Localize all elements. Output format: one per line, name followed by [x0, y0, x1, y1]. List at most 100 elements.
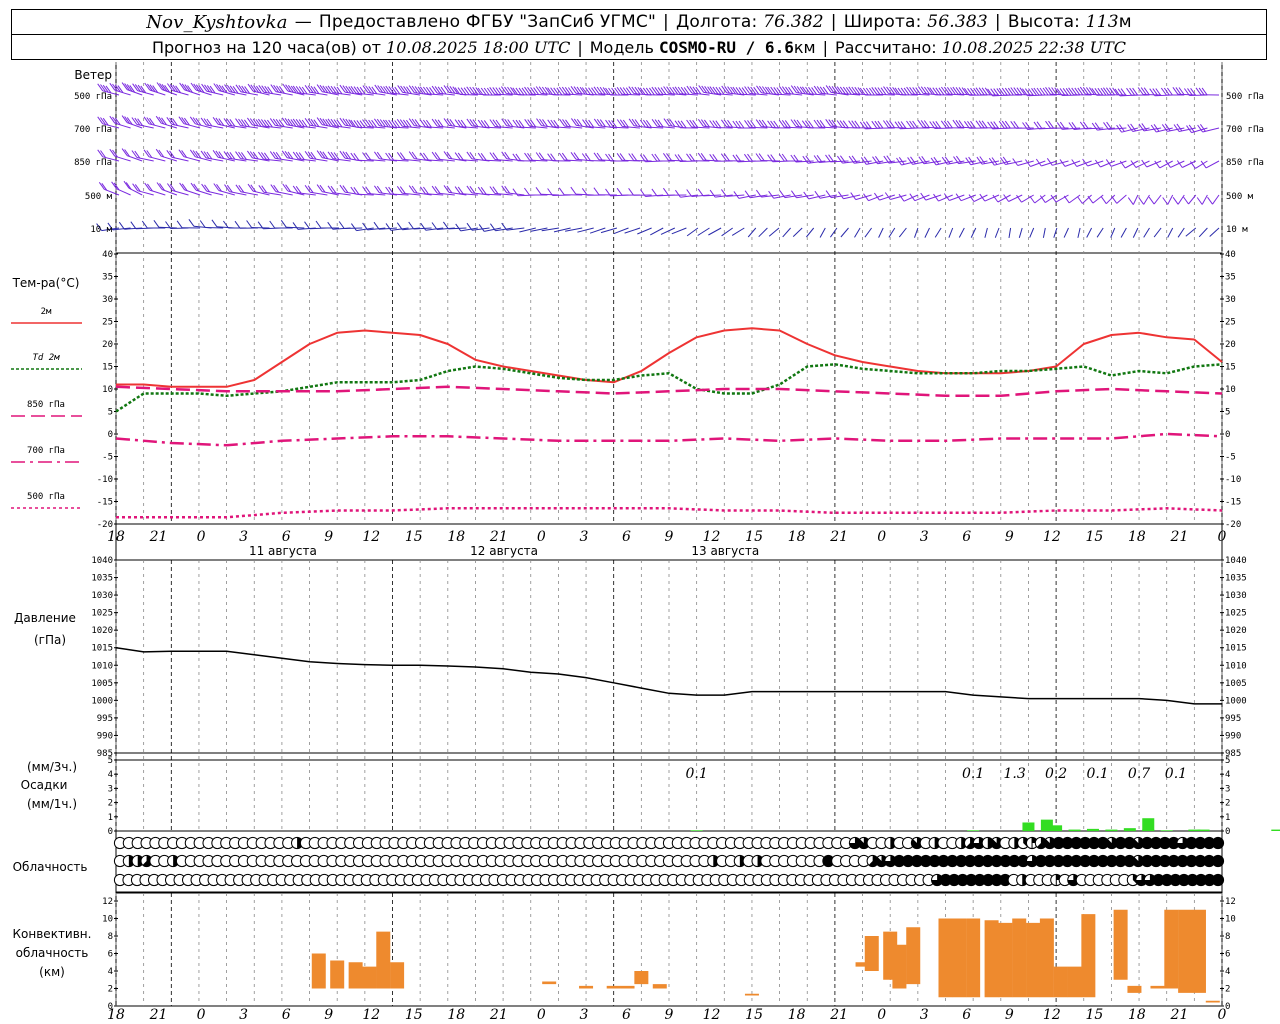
precip-tick-left: 5	[108, 756, 113, 766]
pressure-unit: (гПа)	[34, 633, 66, 647]
conv-bar	[542, 981, 557, 985]
conv-bar	[1053, 966, 1068, 998]
wind-barb-feather	[411, 118, 418, 127]
time-tick-label: 21	[829, 1007, 848, 1023]
wind-barb	[1120, 227, 1127, 238]
wind-barb-feather	[758, 85, 765, 94]
wind-barb	[888, 227, 896, 238]
time-tick-label: 15	[405, 529, 423, 545]
wind-barb-feather	[573, 118, 580, 127]
precipitation-panel: 5 5 4 4 3 3 2 2 1 1 0 0 0.1 0.1 1.3 0.2 0.1 0.7 0.1	[108, 756, 1280, 837]
wind-barb-feather	[203, 151, 210, 159]
time-tick-label: 18	[1128, 1007, 1146, 1023]
precip-unit-1h: (мм/1ч.)	[27, 797, 77, 811]
wind-barb-feather	[443, 118, 450, 126]
wind-barb-feather	[350, 223, 357, 231]
temp-tick-right: -10	[1225, 475, 1241, 485]
wind-barb-feather	[504, 185, 511, 194]
wind-barb	[878, 227, 884, 238]
conv-bar	[1205, 1000, 1220, 1003]
wind-barb-feather	[298, 119, 305, 127]
time-tick-label: 3	[579, 529, 588, 545]
wind-barb-feather	[593, 187, 600, 195]
time-tick-label: 18	[788, 1007, 806, 1023]
wind-barb	[1198, 227, 1208, 238]
wind-barb	[914, 227, 919, 238]
wind-barb	[205, 227, 224, 229]
precip-tick-right: 2	[1225, 799, 1230, 809]
wind-barb-feather	[201, 183, 208, 192]
time-tick-label: 9	[324, 529, 333, 545]
wind-barb-feather	[246, 150, 253, 159]
wind-barb-feather	[692, 86, 699, 95]
wind-barb-feather	[260, 119, 267, 127]
wind-barb-feather	[697, 188, 704, 197]
precip-tick-right: 4	[1225, 770, 1230, 780]
wind-barb-feather	[319, 150, 326, 159]
precip-bar	[1086, 828, 1099, 831]
wind-barb-feather	[466, 185, 473, 194]
time-tick-label: 3	[239, 1007, 248, 1023]
wind-barb-feather	[330, 118, 337, 127]
pressure-tick-left: 1025	[91, 609, 113, 619]
time-tick-label: 12	[703, 1007, 721, 1023]
wind-barb-feather	[339, 117, 346, 126]
time-tick-label: 15	[745, 1007, 763, 1023]
date-label: 13 августа	[691, 544, 759, 558]
wind-barb-feather	[408, 221, 415, 230]
wind-barb	[829, 227, 838, 238]
temp-tick-left: 0	[108, 430, 113, 440]
wind-barb-feather	[692, 120, 699, 128]
wind-barb-feather	[663, 118, 670, 126]
temp-tick-right: 30	[1225, 295, 1236, 305]
wind-barb-feather	[203, 118, 210, 126]
wind-barb-feather	[622, 119, 629, 128]
wind-barb-feather	[199, 220, 206, 228]
wind-barb-feather	[750, 86, 757, 95]
wind-barb-feather	[469, 86, 476, 95]
time-tick-label: 21	[489, 1007, 508, 1023]
wind-level-label-left: 700 гПа	[74, 125, 112, 135]
conv-tick-right: 2	[1225, 985, 1230, 995]
wind-barb	[286, 226, 305, 229]
wind-level-label-left: 500 м	[85, 192, 113, 202]
wind-barb-feather	[292, 222, 299, 230]
conv-bar	[362, 966, 377, 989]
wind-barb	[958, 227, 965, 238]
time-tick-label: 18	[107, 529, 125, 545]
wind-barb	[1077, 227, 1081, 238]
wind-barb-feather	[697, 119, 704, 127]
pressure-tick-left: 1035	[91, 574, 113, 584]
wind-barb-feather	[538, 152, 545, 160]
wind-barb-feather	[712, 86, 719, 95]
wind-barb-feather	[118, 221, 125, 230]
conv-bar	[966, 918, 981, 998]
wind-barb-feather	[260, 152, 267, 160]
wind-barb-feather	[373, 185, 380, 194]
wind-barb-feather	[1196, 197, 1203, 205]
wind-barb-feather	[141, 220, 148, 229]
conv-tick-right: 8	[1225, 932, 1230, 942]
wind-barb	[1096, 227, 1104, 238]
wind-barb-feather	[420, 222, 427, 231]
wind-barb-feather	[431, 151, 438, 160]
wind-barb-feather	[176, 220, 183, 229]
wind-barb-feather	[226, 184, 233, 193]
wind-barb	[1018, 227, 1023, 238]
wind-barb-feather	[281, 117, 288, 126]
wind-barb-feather	[619, 119, 626, 127]
wind-barb	[768, 227, 780, 237]
wind-barb-feather	[709, 86, 716, 94]
temp-tick-right: 0	[1225, 430, 1230, 440]
wind-barb-feather	[261, 85, 268, 93]
wind-barb-feather	[1207, 196, 1213, 205]
time-tick-label: 6	[282, 529, 291, 545]
time-tick-label: 0	[197, 529, 206, 545]
pressure-tick-right: 1020	[1225, 626, 1247, 636]
date-label: 12 августа	[470, 544, 538, 558]
cloud-cover-symbol	[1211, 836, 1225, 850]
wind-barb-feather	[761, 86, 768, 94]
time-tick-label: 0	[1218, 529, 1227, 545]
time-tick-label: 15	[1085, 1007, 1103, 1023]
conv-tick-left: 4	[108, 967, 113, 977]
